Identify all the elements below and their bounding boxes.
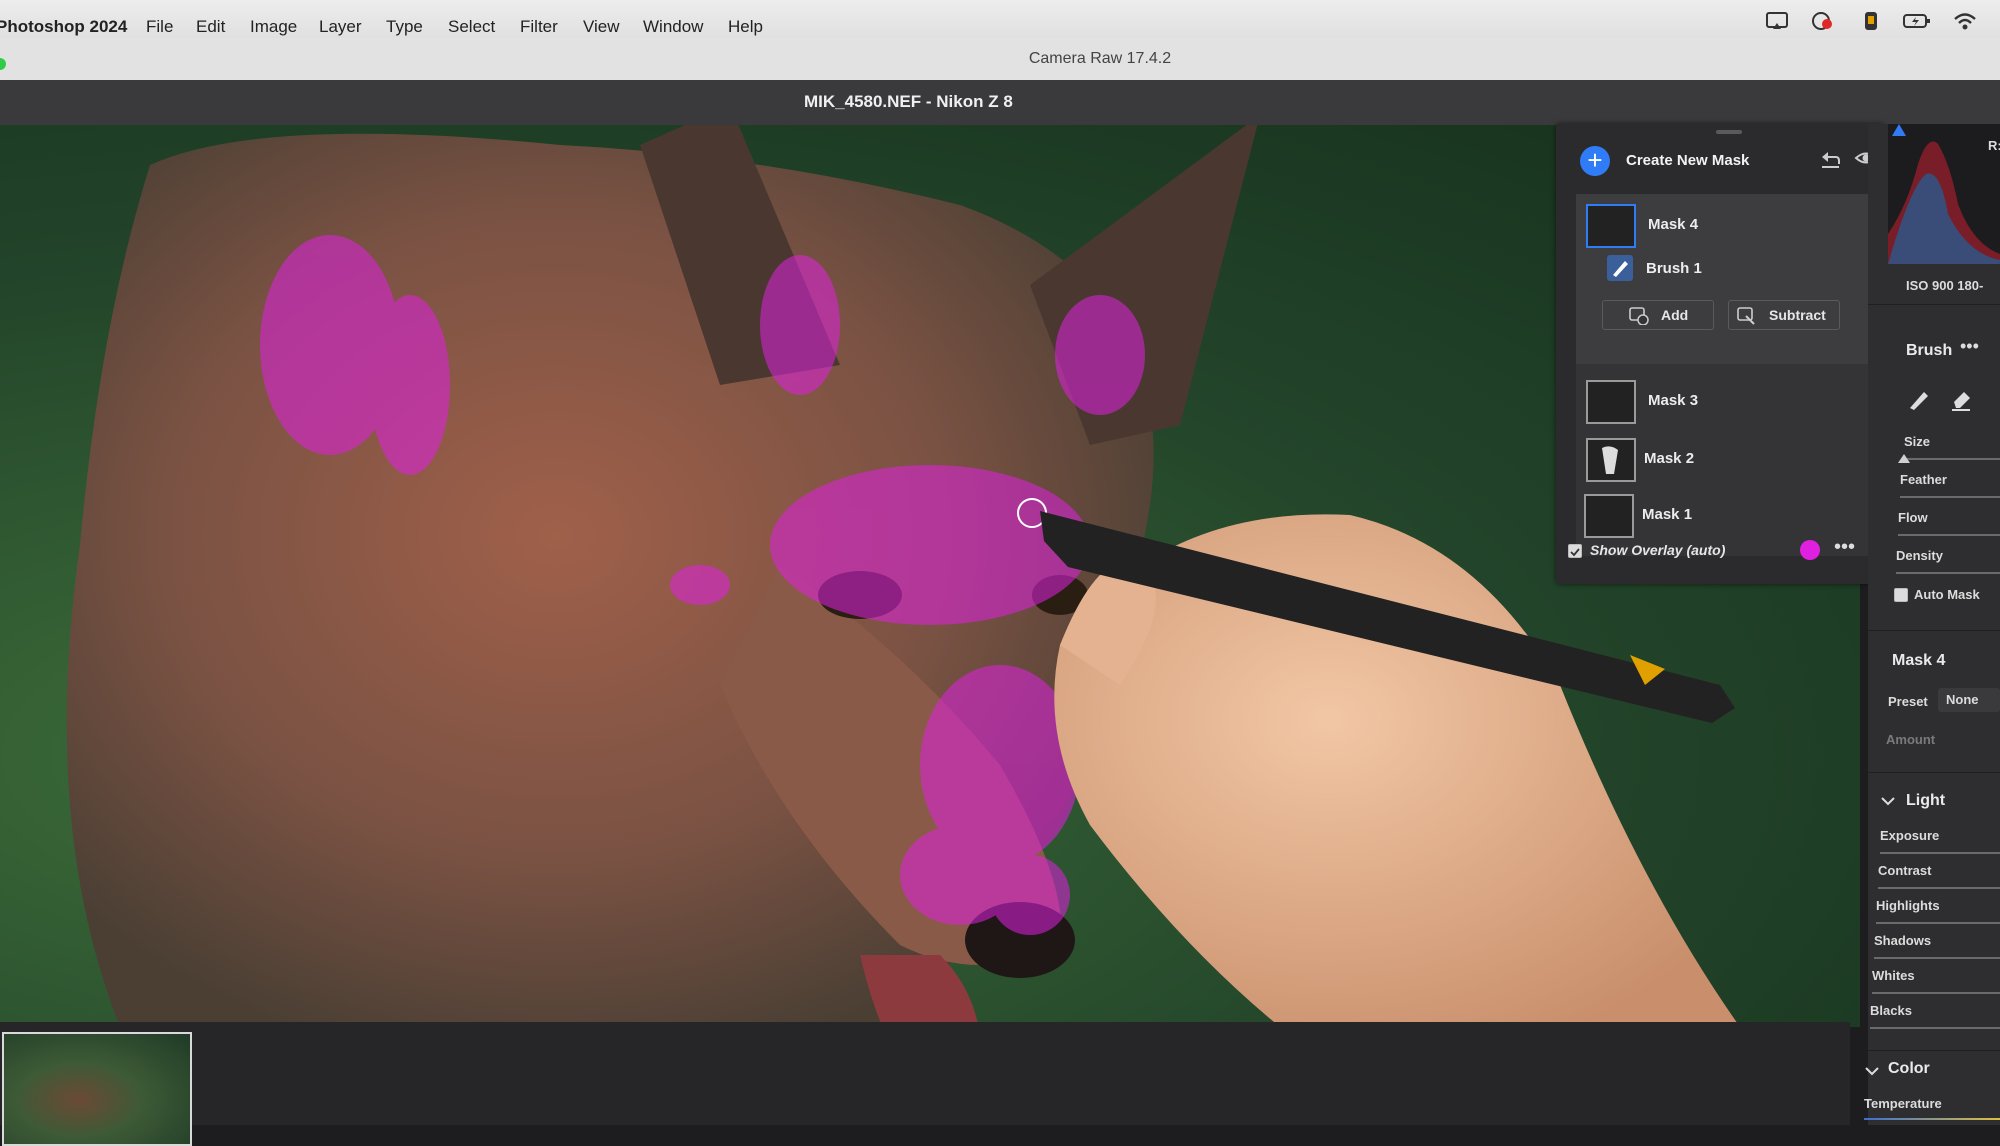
- mask-label[interactable]: Mask 1: [1642, 506, 1692, 523]
- add-label: Add: [1661, 307, 1689, 323]
- menu-file[interactable]: File: [146, 17, 173, 37]
- masks-panel: + Create New Mask Mask 4 Brush 1 Add Sub…: [1556, 124, 1884, 584]
- whites-slider[interactable]: [1872, 992, 2000, 994]
- highlights-label: Highlights: [1876, 898, 1940, 913]
- filmstrip: [0, 1022, 1850, 1146]
- app-name-menu[interactable]: Photoshop 2024: [0, 17, 127, 37]
- contrast-slider[interactable]: [1878, 887, 2000, 889]
- add-mask-icon: [1629, 307, 1649, 328]
- mask-settings-title: Mask 4: [1892, 652, 1946, 669]
- show-overlay-checkbox[interactable]: [1568, 544, 1582, 558]
- menu-view[interactable]: View: [583, 17, 620, 37]
- mask-row-active[interactable]: Mask 4 Brush 1 Add Subtract: [1576, 194, 1868, 364]
- shadows-slider[interactable]: [1874, 957, 2000, 959]
- mask-label[interactable]: Mask 2: [1644, 450, 1694, 467]
- whites-label: Whites: [1872, 968, 1915, 983]
- size-slider[interactable]: [1904, 458, 2000, 460]
- panel-divider: [1868, 630, 2000, 631]
- show-overlay-row: Show Overlay (auto) •••: [1564, 536, 1876, 566]
- window-title: Camera Raw 17.4.2: [1028, 50, 1172, 67]
- color-chevron-down-icon[interactable]: [1864, 1064, 1880, 1082]
- wacom-tablet-icon[interactable]: [1858, 10, 1884, 32]
- mask-label: Mask 4: [1648, 216, 1699, 233]
- overlay-options-icon[interactable]: •••: [1834, 536, 1855, 559]
- wifi-icon[interactable]: [1952, 10, 1978, 32]
- shadows-label: Shadows: [1874, 933, 1932, 948]
- contrast-label: Contrast: [1878, 863, 1932, 878]
- flow-label: Flow: [1898, 510, 1928, 525]
- battery-icon[interactable]: [1902, 10, 1930, 32]
- subtract-label: Subtract: [1769, 307, 1826, 323]
- histogram-readout: R:: [1988, 138, 2000, 153]
- show-overlay-label: Show Overlay (auto): [1590, 542, 1726, 558]
- menu-image[interactable]: Image: [250, 17, 297, 37]
- preset-label: Preset: [1888, 694, 1928, 709]
- subtract-mask-icon: [1737, 307, 1757, 328]
- overlay-color-swatch[interactable]: [1800, 540, 1820, 560]
- flow-slider[interactable]: [1898, 534, 2000, 536]
- panel-divider: [1868, 304, 2000, 305]
- create-new-mask-button[interactable]: +: [1580, 146, 1610, 176]
- camera-raw-title-bar: Camera Raw 17.4.2: [0, 38, 2000, 80]
- light-section-title[interactable]: Light: [1906, 792, 1945, 810]
- file-name-camera: MIK_4580.NEF - Nikon Z 8: [804, 92, 1013, 111]
- undo-icon[interactable]: [1818, 148, 1842, 175]
- blacks-label: Blacks: [1870, 1003, 1912, 1018]
- eraser-icon[interactable]: [1948, 386, 1974, 417]
- exposure-slider[interactable]: [1880, 852, 2000, 854]
- size-slider-knob[interactable]: [1898, 454, 1910, 463]
- temperature-label: Temperature: [1864, 1096, 1942, 1111]
- light-chevron-down-icon[interactable]: [1880, 794, 1896, 812]
- feather-slider[interactable]: [1900, 496, 2000, 498]
- color-section-title[interactable]: Color: [1888, 1060, 1930, 1078]
- amount-label: Amount: [1886, 732, 1936, 747]
- highlights-slider[interactable]: [1876, 922, 2000, 924]
- menu-help[interactable]: Help: [728, 17, 763, 37]
- auto-mask-label: Auto Mask: [1914, 587, 1980, 602]
- create-new-mask-label[interactable]: Create New Mask: [1626, 152, 1749, 169]
- menu-window[interactable]: Window: [643, 17, 703, 37]
- screen-mirroring-icon[interactable]: [1764, 10, 1790, 32]
- panel-divider: [1868, 1050, 2000, 1051]
- exposure-label: Exposure: [1880, 828, 1940, 843]
- blacks-slider[interactable]: [1870, 1027, 2000, 1029]
- density-slider[interactable]: [1896, 572, 2000, 574]
- add-button[interactable]: Add: [1602, 300, 1714, 330]
- exif-info: ISO 900 180-: [1906, 278, 1984, 293]
- feather-label: Feather: [1900, 472, 1947, 487]
- size-label: Size: [1904, 434, 1931, 449]
- creative-cloud-icon[interactable]: [1810, 10, 1836, 32]
- brush-title: Brush: [1906, 342, 1953, 359]
- menu-select[interactable]: Select: [448, 17, 495, 37]
- mask-label[interactable]: Mask 3: [1648, 392, 1698, 409]
- mask-list: Mask 4 Brush 1 Add Subtract Mask 3 Mask …: [1576, 194, 1868, 556]
- menu-filter[interactable]: Filter: [520, 17, 558, 37]
- menu-edit[interactable]: Edit: [196, 17, 225, 37]
- brush-tool-icon[interactable]: [1906, 386, 1932, 417]
- filmstrip-thumbnail[interactable]: [2, 1032, 192, 1146]
- histogram-graph: [1888, 141, 2000, 264]
- brush-component-label[interactable]: Brush 1: [1646, 260, 1702, 277]
- menu-type[interactable]: Type: [386, 17, 423, 37]
- panel-divider: [1868, 772, 2000, 773]
- mask-thumbnail[interactable]: [1586, 204, 1636, 248]
- auto-mask-checkbox[interactable]: [1894, 588, 1908, 602]
- menu-layer[interactable]: Layer: [319, 17, 362, 37]
- temperature-slider[interactable]: [1864, 1118, 2000, 1120]
- panel-drag-handle[interactable]: [1716, 130, 1742, 134]
- brush-options-icon[interactable]: •••: [1960, 336, 1979, 357]
- file-header: MIK_4580.NEF - Nikon Z 8: [0, 80, 2000, 128]
- brush-component-icon: [1606, 254, 1634, 287]
- histogram: R:: [1888, 124, 2000, 264]
- subtract-button[interactable]: Subtract: [1728, 300, 1840, 330]
- preset-dropdown[interactable]: None: [1938, 688, 2000, 712]
- mask-thumbnail[interactable]: [1586, 438, 1636, 482]
- density-label: Density: [1896, 548, 1943, 563]
- mask-thumbnail[interactable]: [1586, 380, 1636, 424]
- mask-thumbnail[interactable]: [1584, 494, 1634, 538]
